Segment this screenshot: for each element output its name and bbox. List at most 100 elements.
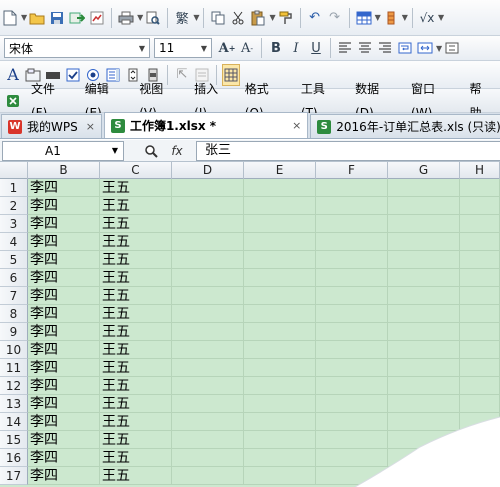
- grid-cell[interactable]: [460, 305, 500, 323]
- column-header[interactable]: B: [28, 162, 100, 179]
- grid-cell[interactable]: 李四: [28, 395, 100, 413]
- align-left-icon[interactable]: [336, 37, 354, 59]
- grid-cell[interactable]: [172, 215, 244, 233]
- font-name-combo[interactable]: 宋体 ▼: [4, 38, 150, 58]
- grid-cell[interactable]: 李四: [28, 287, 100, 305]
- grid-cell[interactable]: [172, 233, 244, 251]
- grid-cell[interactable]: [460, 215, 500, 233]
- formula-input[interactable]: 张三: [196, 140, 500, 161]
- column-header[interactable]: F: [316, 162, 388, 179]
- grid-cell[interactable]: [460, 467, 500, 485]
- column-dropdown-icon[interactable]: ▼: [402, 13, 408, 22]
- grid-cell[interactable]: [388, 233, 460, 251]
- column-header[interactable]: E: [244, 162, 316, 179]
- grid-cell[interactable]: [172, 431, 244, 449]
- column-insert-icon[interactable]: [382, 7, 400, 29]
- save-icon[interactable]: [48, 7, 66, 29]
- grid-cell[interactable]: [244, 305, 316, 323]
- grid-cell[interactable]: 王五: [100, 305, 172, 323]
- grid-cell[interactable]: [172, 359, 244, 377]
- grid-cell[interactable]: [460, 377, 500, 395]
- row-header[interactable]: 10: [0, 341, 28, 359]
- row-header[interactable]: 13: [0, 395, 28, 413]
- tab-order-summary[interactable]: S 2016年-订单汇总表.xls (只读) *: [310, 114, 500, 138]
- align-center-icon[interactable]: [356, 37, 374, 59]
- traditional-dropdown-icon[interactable]: ▼: [193, 13, 199, 22]
- grid-cell[interactable]: [388, 305, 460, 323]
- grid-cell[interactable]: 王五: [100, 323, 172, 341]
- print-icon[interactable]: [117, 7, 135, 29]
- grid-cell[interactable]: [388, 431, 460, 449]
- row-header[interactable]: 2: [0, 197, 28, 215]
- row-header[interactable]: 12: [0, 377, 28, 395]
- grid-cell[interactable]: [388, 269, 460, 287]
- grid-cell[interactable]: [388, 197, 460, 215]
- grid-cell[interactable]: [244, 395, 316, 413]
- traditional-chinese-icon[interactable]: 繁: [173, 7, 191, 29]
- grid-cell[interactable]: [460, 233, 500, 251]
- export-pdf-icon[interactable]: [88, 7, 106, 29]
- merge-dropdown-icon[interactable]: ▼: [436, 44, 442, 53]
- open-folder-icon[interactable]: [28, 7, 46, 29]
- grid-cell[interactable]: [244, 197, 316, 215]
- grid-cell[interactable]: [388, 179, 460, 197]
- increase-font-icon[interactable]: A +: [218, 37, 236, 59]
- text-label-icon[interactable]: A: [4, 64, 22, 86]
- grid-cell[interactable]: [316, 305, 388, 323]
- formula-sqrt-icon[interactable]: √x: [418, 7, 436, 29]
- grid-cell[interactable]: [388, 413, 460, 431]
- row-header[interactable]: 6: [0, 269, 28, 287]
- grid-cell[interactable]: [244, 341, 316, 359]
- grid-cell[interactable]: [460, 413, 500, 431]
- grid-cell[interactable]: 李四: [28, 251, 100, 269]
- grid-cell[interactable]: [244, 287, 316, 305]
- grid-cell[interactable]: [172, 305, 244, 323]
- grid-cell[interactable]: [172, 197, 244, 215]
- merge-cells-icon[interactable]: [416, 37, 434, 59]
- grid-cell[interactable]: [316, 467, 388, 485]
- grid-cell[interactable]: [316, 197, 388, 215]
- grid-cell[interactable]: [316, 287, 388, 305]
- grid-cell[interactable]: [460, 197, 500, 215]
- grid-cell[interactable]: [316, 323, 388, 341]
- more-format-icon[interactable]: [443, 37, 461, 59]
- row-header[interactable]: 8: [0, 305, 28, 323]
- grid-cell[interactable]: [244, 233, 316, 251]
- row-header[interactable]: 16: [0, 449, 28, 467]
- grid-cell[interactable]: 王五: [100, 269, 172, 287]
- insert-function-button[interactable]: fx: [164, 141, 190, 161]
- grid-cell[interactable]: [460, 431, 500, 449]
- grid-cell[interactable]: 王五: [100, 233, 172, 251]
- row-header[interactable]: 1: [0, 179, 28, 197]
- column-header[interactable]: D: [172, 162, 244, 179]
- search-function-icon[interactable]: [138, 141, 164, 161]
- grid-cell[interactable]: [172, 449, 244, 467]
- new-dropdown-icon[interactable]: ▼: [21, 13, 27, 22]
- column-header[interactable]: H: [460, 162, 500, 179]
- grid-cell[interactable]: [460, 323, 500, 341]
- grid-cell[interactable]: 李四: [28, 233, 100, 251]
- grid-cell[interactable]: [460, 251, 500, 269]
- grid-cell[interactable]: 王五: [100, 359, 172, 377]
- grid-cell[interactable]: [244, 377, 316, 395]
- grid-cell[interactable]: 李四: [28, 431, 100, 449]
- row-header[interactable]: 5: [0, 251, 28, 269]
- grid-cell[interactable]: 王五: [100, 449, 172, 467]
- grid-cell[interactable]: [316, 449, 388, 467]
- new-document-icon[interactable]: [1, 7, 19, 29]
- grid-cell[interactable]: 李四: [28, 305, 100, 323]
- grid-cell[interactable]: [460, 287, 500, 305]
- table-style-icon[interactable]: [355, 7, 373, 29]
- chevron-down-icon[interactable]: ▼: [201, 44, 207, 53]
- grid-cell[interactable]: [388, 251, 460, 269]
- grid-cell[interactable]: [244, 251, 316, 269]
- grid-cell[interactable]: 李四: [28, 359, 100, 377]
- grid-cell[interactable]: [316, 269, 388, 287]
- grid-cell[interactable]: [388, 359, 460, 377]
- grid-cell[interactable]: [388, 395, 460, 413]
- column-header[interactable]: C: [100, 162, 172, 179]
- column-header[interactable]: G: [388, 162, 460, 179]
- tab-workbook1[interactable]: S 工作簿1.xlsx * ×: [103, 112, 309, 138]
- chevron-down-icon[interactable]: ▼: [139, 44, 145, 53]
- cut-icon[interactable]: [229, 7, 247, 29]
